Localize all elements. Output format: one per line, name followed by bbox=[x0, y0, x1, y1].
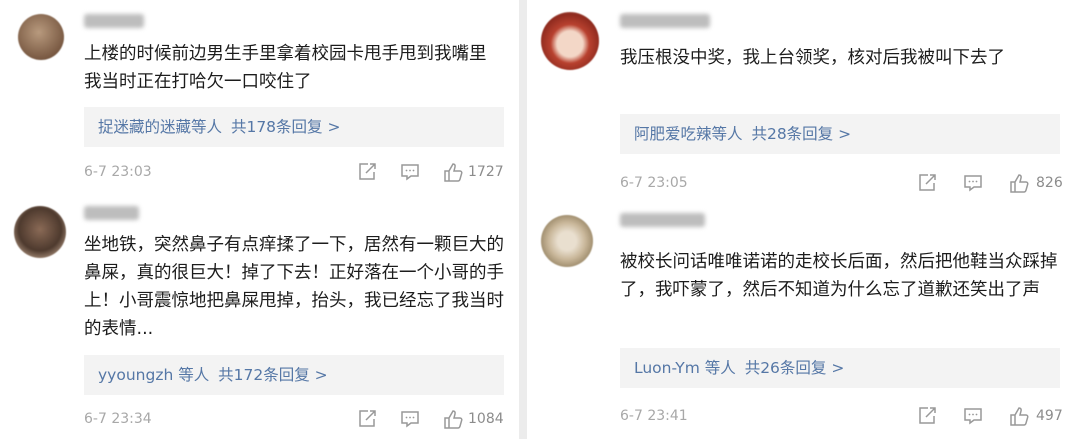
comment-icon[interactable] bbox=[962, 405, 984, 427]
comment-text: 坐地铁，突然鼻子有点痒揉了一下，居然有一颗巨大的鼻屎，真的很巨大！掉了下去！正好… bbox=[84, 235, 504, 339]
like-count: 826 bbox=[1036, 175, 1063, 191]
thumbs-up-icon[interactable] bbox=[442, 161, 464, 183]
like-count: 497 bbox=[1036, 408, 1063, 424]
reply-count[interactable]: 共28条回复 > bbox=[751, 125, 851, 143]
username[interactable] bbox=[84, 206, 139, 220]
comment-meta: 6-7 23:41 497 bbox=[620, 402, 1070, 430]
comment-icon[interactable] bbox=[962, 172, 984, 194]
thumbs-up-icon[interactable] bbox=[1008, 172, 1030, 194]
reply-users[interactable]: 捉迷藏的迷藏等人 bbox=[98, 118, 222, 136]
username[interactable] bbox=[84, 14, 144, 28]
share-icon[interactable] bbox=[916, 172, 938, 194]
comment-text: 我压根没中奖，我上台领奖，核对后我被叫下去了 bbox=[620, 48, 1005, 68]
username[interactable] bbox=[620, 14, 710, 28]
comment-meta: 6-7 23:03 1727 bbox=[84, 158, 509, 186]
reply-count[interactable]: 共26条回复 > bbox=[745, 359, 845, 377]
reply-users[interactable]: Luon-Ym 等人 bbox=[634, 359, 736, 377]
comment-icon[interactable] bbox=[399, 161, 421, 183]
like-count: 1727 bbox=[468, 164, 504, 180]
share-icon[interactable] bbox=[916, 405, 938, 427]
left-screenshot-panel: 上楼的时候前边男生手里拿着校园卡甩手甩到我嘴里 我当时正在打哈欠一口咬住了 捉迷… bbox=[0, 0, 519, 439]
timestamp: 6-7 23:34 bbox=[84, 411, 152, 427]
reply-summary[interactable]: 捉迷藏的迷藏等人 共178条回复 > bbox=[84, 107, 504, 147]
reply-count[interactable]: 共178条回复 > bbox=[231, 118, 341, 136]
share-icon[interactable] bbox=[356, 161, 378, 183]
comment-icon[interactable] bbox=[399, 408, 421, 430]
username[interactable] bbox=[620, 213, 705, 227]
avatar[interactable] bbox=[18, 14, 64, 60]
avatar[interactable] bbox=[541, 12, 599, 70]
timestamp: 6-7 23:41 bbox=[620, 408, 688, 424]
timestamp: 6-7 23:05 bbox=[620, 175, 688, 191]
right-screenshot-panel: 我压根没中奖，我上台领奖，核对后我被叫下去了 阿肥爱吃辣等人 共28条回复 > … bbox=[527, 0, 1080, 439]
reply-count[interactable]: 共172条回复 > bbox=[218, 366, 328, 384]
like-count: 1084 bbox=[468, 411, 504, 427]
comment-meta: 6-7 23:34 1084 bbox=[84, 405, 509, 433]
avatar[interactable] bbox=[541, 215, 593, 267]
reply-summary[interactable]: 阿肥爱吃辣等人 共28条回复 > bbox=[620, 114, 1060, 154]
reply-summary[interactable]: yyoungzh 等人 共172条回复 > bbox=[84, 355, 504, 395]
avatar[interactable] bbox=[14, 206, 66, 258]
reply-summary[interactable]: Luon-Ym 等人 共26条回复 > bbox=[620, 348, 1060, 388]
reply-users[interactable]: yyoungzh 等人 bbox=[98, 366, 209, 384]
comment-text: 被校长问话唯唯诺诺的走校长后面，然后把他鞋当众踩掉了，我吓蒙了，然后不知道为什么… bbox=[620, 252, 1058, 300]
timestamp: 6-7 23:03 bbox=[84, 164, 152, 180]
thumbs-up-icon[interactable] bbox=[442, 408, 464, 430]
reply-users[interactable]: 阿肥爱吃辣等人 bbox=[634, 125, 743, 143]
comment-text: 上楼的时候前边男生手里拿着校园卡甩手甩到我嘴里 我当时正在打哈欠一口咬住了 bbox=[84, 44, 493, 92]
thumbs-up-icon[interactable] bbox=[1008, 405, 1030, 427]
comment-meta: 6-7 23:05 826 bbox=[620, 169, 1070, 197]
share-icon[interactable] bbox=[356, 408, 378, 430]
